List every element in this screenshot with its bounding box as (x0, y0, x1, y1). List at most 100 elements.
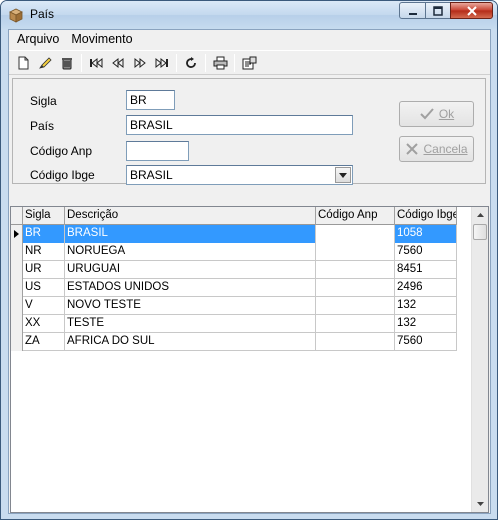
cell-sigla[interactable]: ZA (23, 333, 65, 351)
refresh-button[interactable] (180, 52, 202, 74)
maximize-icon (433, 5, 443, 16)
prior-record-button[interactable] (107, 52, 129, 74)
new-button[interactable] (12, 52, 34, 74)
codigo-anp-label: Código Anp (30, 144, 93, 158)
prior-icon (112, 57, 124, 68)
scroll-down-button[interactable] (472, 496, 488, 512)
print-icon (213, 56, 227, 69)
cell-codigo-anp[interactable] (316, 297, 395, 315)
table-row[interactable]: XX TESTE 132 (11, 315, 457, 333)
cell-sigla[interactable]: UR (23, 261, 65, 279)
first-record-button[interactable] (85, 52, 107, 74)
scroll-up-button[interactable] (472, 207, 488, 223)
minimize-button[interactable] (399, 2, 426, 19)
cell-sigla[interactable]: US (23, 279, 65, 297)
dropdown-arrow-button[interactable] (335, 167, 351, 183)
cell-codigo-ibge[interactable]: 132 (395, 297, 457, 315)
cell-descricao[interactable]: TESTE (65, 315, 316, 333)
cell-descricao[interactable]: URUGUAI (65, 261, 316, 279)
row-indicator (11, 261, 23, 279)
minimize-icon (408, 12, 417, 15)
toolbar-separator (234, 53, 235, 72)
maximize-button[interactable] (425, 2, 451, 19)
col-header-sigla[interactable]: Sigla (23, 207, 65, 225)
ok-label: Ok (438, 107, 455, 121)
next-record-button[interactable] (129, 52, 151, 74)
cell-descricao[interactable]: ESTADOS UNIDOS (65, 279, 316, 297)
codigo-ibge-value: BRASIL (130, 168, 173, 182)
last-icon (155, 57, 168, 68)
menu-arquivo[interactable]: Arquivo (11, 30, 65, 49)
row-indicator (11, 315, 23, 333)
close-icon (466, 5, 477, 16)
col-header-descricao[interactable]: Descrição (65, 207, 316, 225)
cell-descricao[interactable]: NOVO TESTE (65, 297, 316, 315)
cell-codigo-ibge[interactable]: 132 (395, 315, 457, 333)
menu-bar: Arquivo Movimento (9, 30, 490, 49)
table-row[interactable]: V NOVO TESTE 132 (11, 297, 457, 315)
cell-codigo-anp[interactable] (316, 261, 395, 279)
scroll-thumb[interactable] (473, 224, 487, 240)
row-indicator (11, 297, 23, 315)
data-grid[interactable]: Sigla Descrição Código Anp Código Ibge B… (10, 206, 489, 513)
table-row[interactable]: US ESTADOS UNIDOS 2496 (11, 279, 457, 297)
codigo-anp-field[interactable] (126, 141, 189, 161)
app-window: País Arquivo Movimento Sigla BR País BRA… (0, 0, 498, 520)
toolbar-separator (81, 53, 82, 72)
cell-codigo-anp[interactable] (316, 279, 395, 297)
refresh-icon (186, 56, 196, 68)
codigo-ibge-select[interactable]: BRASIL (126, 165, 353, 185)
col-header-codigo-anp[interactable]: Código Anp (316, 207, 395, 225)
row-indicator (11, 225, 23, 243)
table-row[interactable]: UR URUGUAI 8451 (11, 261, 457, 279)
cancel-x-icon (406, 143, 419, 155)
print-button[interactable] (209, 52, 231, 74)
cell-codigo-ibge[interactable]: 2496 (395, 279, 457, 297)
vertical-scrollbar[interactable] (471, 207, 488, 512)
cancel-button[interactable]: Cancela (399, 136, 474, 162)
cell-codigo-anp[interactable] (316, 243, 395, 261)
last-record-button[interactable] (151, 52, 173, 74)
toolbar-separator (205, 53, 206, 72)
pais-label: País (30, 119, 55, 133)
col-header-codigo-ibge[interactable]: Código Ibge (395, 207, 457, 225)
ok-button[interactable]: Ok (399, 101, 474, 127)
cell-codigo-anp[interactable] (316, 333, 395, 351)
cell-descricao[interactable]: NORUEGA (65, 243, 316, 261)
codigo-ibge-label: Código Ibge (30, 168, 95, 182)
table-row[interactable]: BR BRASIL 1058 (11, 225, 457, 243)
cell-descricao[interactable]: AFRICA DO SUL (65, 333, 316, 351)
sigla-field[interactable]: BR (126, 90, 175, 110)
cell-codigo-anp[interactable] (316, 315, 395, 333)
table-row[interactable]: ZA AFRICA DO SUL 7560 (11, 333, 457, 351)
window-title: País (30, 7, 55, 21)
new-icon (18, 56, 29, 69)
cell-codigo-anp[interactable] (316, 225, 395, 243)
cell-sigla[interactable]: BR (23, 225, 65, 243)
title-bar[interactable]: País (1, 1, 497, 29)
row-indicator (11, 333, 23, 351)
close-button[interactable] (450, 2, 493, 19)
row-indicator (11, 279, 23, 297)
next-icon (134, 57, 146, 68)
toolbar-separator (176, 53, 177, 72)
cell-codigo-ibge[interactable]: 8451 (395, 261, 457, 279)
toolbar (9, 50, 490, 75)
cell-codigo-ibge[interactable]: 7560 (395, 333, 457, 351)
chevron-down-icon (339, 172, 347, 178)
menu-movimento[interactable]: Movimento (65, 30, 138, 49)
report-button[interactable] (238, 52, 260, 74)
cell-sigla[interactable]: XX (23, 315, 65, 333)
table-row[interactable]: NR NORUEGA 7560 (11, 243, 457, 261)
report-icon (242, 56, 256, 69)
delete-button[interactable] (56, 52, 78, 74)
box-icon (9, 8, 23, 23)
cell-codigo-ibge[interactable]: 7560 (395, 243, 457, 261)
cancel-label: Cancela (423, 142, 468, 156)
edit-button[interactable] (34, 52, 56, 74)
cell-codigo-ibge[interactable]: 1058 (395, 225, 457, 243)
cell-sigla[interactable]: NR (23, 243, 65, 261)
pais-field[interactable]: BRASIL (126, 115, 353, 135)
cell-descricao[interactable]: BRASIL (65, 225, 316, 243)
cell-sigla[interactable]: V (23, 297, 65, 315)
